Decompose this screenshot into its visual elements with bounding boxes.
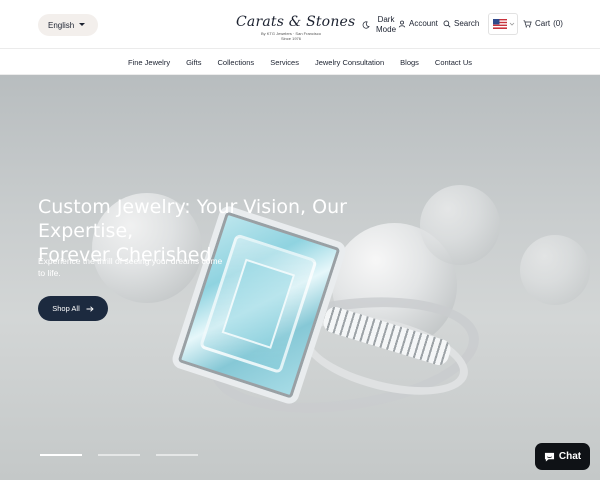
brand-logo[interactable]: Carats & Stones By KTG Jewelers · San Fr…	[236, 14, 356, 41]
logo-since: Since 1976	[280, 36, 301, 41]
hero-banner: Custom Jewelry: Your Vision, Our Experti…	[0, 75, 600, 480]
nav-item-collections[interactable]: Collections	[210, 58, 263, 67]
slide-indicator[interactable]	[156, 454, 198, 456]
dark-mode-label-2: Mode	[376, 25, 397, 34]
search-icon	[443, 20, 451, 27]
account-link[interactable]: Account	[398, 19, 438, 28]
caret-down-icon	[79, 23, 85, 26]
account-label: Account	[409, 19, 438, 28]
nav-item-fine-jewelry[interactable]: Fine Jewelry	[120, 58, 178, 67]
arrow-right-icon	[86, 305, 94, 312]
hero-subtitle-line-2: to life.	[38, 268, 61, 278]
cart-count: (0)	[553, 19, 563, 28]
shop-all-label: Shop All	[52, 304, 80, 313]
shop-all-button[interactable]: Shop All	[38, 296, 108, 321]
nav-item-jewelry-consultation[interactable]: Jewelry Consultation	[307, 58, 392, 67]
pearl-image	[520, 235, 590, 305]
chevron-down-icon	[509, 22, 515, 26]
chat-label: Chat	[558, 451, 582, 462]
chat-bubble-icon	[544, 452, 554, 462]
nav-item-contact-us[interactable]: Contact Us	[427, 58, 480, 67]
nav-item-gifts[interactable]: Gifts	[178, 58, 209, 67]
chat-button[interactable]: Chat	[535, 443, 590, 470]
slide-indicator[interactable]	[98, 454, 140, 456]
cart-label: Cart	[535, 19, 551, 28]
cart-link[interactable]: Cart (0)	[523, 19, 563, 28]
hero-subtitle: Experience the thrill of seeing your dre…	[38, 255, 268, 279]
moon-icon	[362, 21, 370, 29]
language-selector[interactable]: English	[38, 14, 98, 36]
slider-pagination	[40, 454, 198, 456]
nav-item-services[interactable]: Services	[262, 58, 307, 67]
search-label: Search	[454, 19, 480, 28]
hero-subtitle-line-1: Experience the thrill of seeing your dre…	[38, 256, 223, 266]
hero-title-line-1: Custom Jewelry: Your Vision, Our Experti…	[38, 196, 347, 242]
slide-indicator-active[interactable]	[40, 454, 82, 456]
dark-mode-toggle[interactable]: Dark Mode	[362, 15, 396, 35]
main-nav: Fine Jewelry Gifts Collections Services …	[0, 50, 600, 75]
cart-icon	[523, 19, 532, 27]
logo-wordmark: Carats & Stones	[236, 14, 356, 30]
nav-item-blogs[interactable]: Blogs	[392, 58, 427, 67]
us-flag-icon	[493, 19, 507, 29]
dark-mode-label-1: Dark	[377, 15, 395, 24]
site-header: English Carats & Stones By KTG Jewelers …	[0, 0, 600, 49]
country-selector[interactable]	[488, 13, 518, 35]
language-label: English	[48, 20, 75, 30]
user-icon	[398, 20, 406, 28]
search-link[interactable]: Search	[443, 19, 479, 28]
